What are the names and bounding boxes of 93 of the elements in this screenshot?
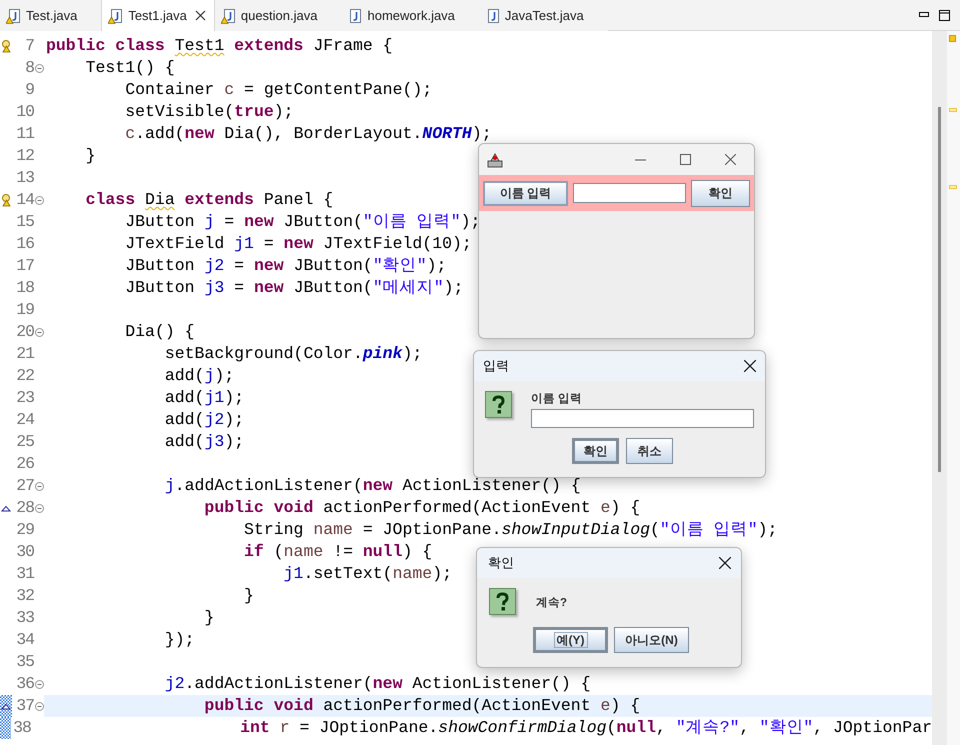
question-icon (489, 588, 516, 615)
code-line: c.add(new Dia(), BorderLayout.NORTH); (124, 123, 492, 145)
code-line: Test1() { (84, 57, 175, 79)
code-line: String name = JOptionPane.showInputDialog("이름 입력"); (243, 519, 778, 541)
maximize-icon[interactable] (680, 154, 691, 165)
code-line: class Dia extends Panel { (84, 189, 334, 211)
code-line: j1.setText(name); (282, 563, 452, 585)
question-icon (485, 391, 512, 418)
fold-collapse-icon[interactable] (34, 328, 44, 336)
java-app-icon (487, 152, 503, 168)
name-input-field[interactable] (531, 409, 754, 428)
line-number: 20 (15, 321, 34, 343)
line-number: 33 (15, 607, 34, 629)
line-number: 18 (15, 277, 34, 299)
line-number: 25 (15, 431, 34, 453)
line-number: 22 (15, 365, 34, 387)
line-number: 9 (24, 79, 34, 101)
code-line: } (84, 145, 96, 167)
fold-collapse-icon[interactable] (34, 702, 44, 710)
code-line: setVisible(true); (124, 101, 294, 123)
editor-tab[interactable]: Test1.java (101, 0, 215, 31)
fold-collapse-icon[interactable] (34, 64, 44, 72)
fold-collapse-icon[interactable] (34, 196, 44, 204)
line-number: 16 (15, 233, 34, 255)
fold-collapse-icon[interactable] (34, 680, 44, 688)
line-number: 35 (15, 651, 34, 673)
line-number: 12 (15, 145, 34, 167)
code-line: int r = JOptionPane.showConfirmDialog(null, "계속?", "확인", JOptionPar (239, 717, 932, 739)
code-line: JButton j = new JButton("이름 입력"); (124, 211, 480, 233)
code-line: add(j3); (164, 431, 244, 453)
line-number: 7 (24, 35, 34, 57)
line-number: 28 (15, 497, 34, 519)
line-number: 10 (15, 101, 34, 123)
line-number: 34 (15, 629, 34, 651)
code-line: public void actionPerformed(ActionEvent e) { (203, 695, 640, 717)
code-line: add(j2); (164, 409, 244, 431)
code-line: JButton j2 = new JButton("확인"); (124, 255, 446, 277)
code-line: setBackground(Color.pink); (164, 343, 422, 365)
close-icon[interactable] (744, 360, 756, 372)
dialog-button[interactable]: 취소 (626, 438, 673, 464)
code-line: JTextField j1 = new JTextField(10); (124, 233, 472, 255)
line-number: 38 (12, 717, 31, 739)
close-icon[interactable] (725, 154, 736, 165)
dialog-title: 확인 (488, 554, 514, 572)
line-number: 27 (15, 475, 34, 497)
line-number: 17 (15, 255, 34, 277)
fold-collapse-icon[interactable] (34, 482, 44, 490)
line-number: 32 (15, 585, 34, 607)
close-icon[interactable] (194, 10, 206, 21)
maximize-icon[interactable] (939, 10, 950, 20)
line-number: 11 (15, 123, 34, 145)
prompt-label: 이름 입력 (531, 392, 584, 407)
line-number: 21 (15, 343, 34, 365)
line-number: 30 (15, 541, 34, 563)
line-number: 19 (15, 299, 34, 321)
line-number: 26 (15, 453, 34, 475)
minimize-icon[interactable] (635, 158, 646, 160)
code-line: Dia() { (124, 321, 195, 343)
code-line: }); (164, 629, 195, 651)
confirm-message: 계속? (536, 596, 568, 611)
scrollbar[interactable] (932, 31, 947, 745)
code-line: j2.addActionListener(new ActionListener() { (164, 673, 591, 695)
code-line: } (243, 585, 254, 607)
code-line: add(j1); (164, 387, 244, 409)
fold-collapse-icon[interactable] (34, 504, 44, 512)
code-line: j.addActionListener(new ActionListener() { (164, 475, 581, 497)
code-line: Container c = getContentPane(); (124, 79, 432, 101)
editor-tab[interactable]: Test.java (0, 0, 102, 31)
close-icon[interactable] (719, 557, 731, 569)
line-number: 13 (15, 167, 34, 189)
line-number: 29 (15, 519, 34, 541)
confirm-button[interactable]: 확인 (691, 180, 750, 206)
line-number: 23 (15, 387, 34, 409)
dialog-button[interactable]: 아니오(N) (614, 627, 689, 653)
line-number: 15 (15, 211, 34, 233)
dialog-button[interactable]: 확인 (572, 438, 619, 464)
line-number: 37 (15, 695, 34, 717)
line-number: 8 (24, 57, 34, 79)
code-line: public void actionPerformed(ActionEvent e) { (203, 497, 640, 519)
code-line: add(j); (164, 365, 234, 387)
dialog-button[interactable]: 예(Y) (533, 627, 608, 653)
code-line: if (name != null) { (243, 541, 432, 563)
text-field[interactable] (573, 183, 686, 203)
line-number: 14 (15, 189, 34, 211)
line-number: 36 (15, 673, 34, 695)
minimize-icon[interactable] (919, 12, 929, 18)
line-number: 31 (15, 563, 34, 585)
dialog-title: 입력 (483, 357, 509, 376)
name-input-button[interactable]: 이름 입력 (483, 180, 568, 206)
line-number: 24 (15, 409, 34, 431)
code-line: JButton j3 = new JButton("메세지"); (124, 277, 464, 299)
code-line: public class Test1 extends JFrame { (46, 35, 393, 57)
code-line: } (203, 607, 214, 629)
